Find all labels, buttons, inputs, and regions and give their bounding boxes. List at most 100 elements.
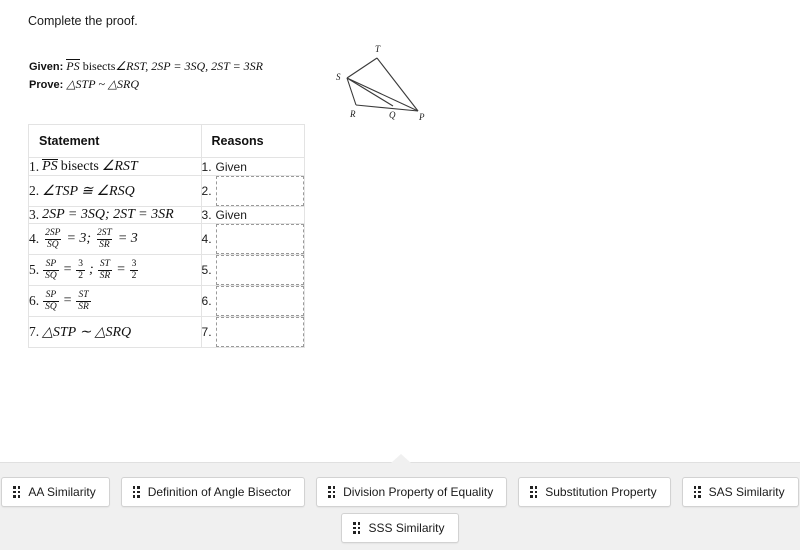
fraction-denominator: SQ xyxy=(45,239,61,251)
statement-cell: 1.PSbisects∠RST xyxy=(29,158,202,176)
table-row: 6.SPSQ=STSR6. xyxy=(29,286,305,317)
fraction-numerator: SP xyxy=(44,259,59,270)
fraction-denominator: 2 xyxy=(76,270,85,282)
fraction-denominator: SQ xyxy=(43,270,59,282)
reason-cell: 2. xyxy=(201,176,304,207)
statement-content: 1.PSbisects∠RST xyxy=(29,158,201,175)
statement-number: 4. xyxy=(29,231,39,247)
fraction-numerator: SP xyxy=(44,290,59,301)
reason-number: 7. xyxy=(202,325,212,339)
triangle-svg: T S R Q P xyxy=(330,38,450,128)
reason-number: 2. xyxy=(202,184,212,198)
label-Q: Q xyxy=(389,110,396,120)
reason-dropzone[interactable] xyxy=(216,317,304,347)
statement-content: 6.SPSQ=STSR xyxy=(29,290,201,312)
geometry-diagram: T S R Q P xyxy=(330,38,450,128)
reason-content: 7. xyxy=(202,317,304,347)
proof-exercise-page: Complete the proof. Given: PS bisects∠RS… xyxy=(0,0,800,550)
drag-handle-icon[interactable] xyxy=(530,486,537,498)
statement-cell: 5.SPSQ=32;STSR=32 xyxy=(29,255,202,286)
reason-cell: 3.Given xyxy=(201,207,304,224)
fraction-numerator: 2SP xyxy=(43,228,62,239)
given-angle-rst: ∠RST xyxy=(115,59,145,73)
segment-ST xyxy=(347,58,377,78)
segment-TP xyxy=(377,58,418,111)
table-header-row: Statement Reasons xyxy=(29,125,305,158)
fraction-denominator: SR xyxy=(76,301,91,313)
statement-text: △STP ∼ △SRQ xyxy=(42,324,131,341)
reason-dropzone[interactable] xyxy=(216,286,304,316)
statement-number: 3. xyxy=(29,207,39,223)
fraction-numerator: 3 xyxy=(76,259,85,270)
drag-handle-icon[interactable] xyxy=(328,486,335,498)
answer-tile[interactable]: SAS Similarity xyxy=(682,477,799,507)
tray-rows: AA Similarity Definition of Angle Bisecto… xyxy=(0,477,800,549)
reason-number: 5. xyxy=(202,263,212,277)
answer-tile[interactable]: Division Property of Equality xyxy=(316,477,507,507)
fraction: SPSQ xyxy=(43,259,59,281)
drag-handle-icon[interactable] xyxy=(133,486,140,498)
prove-statement: △STP ~ △SRQ xyxy=(66,77,139,91)
math-operator: = 3; xyxy=(66,231,91,247)
instruction-text: Complete the proof. xyxy=(28,14,138,28)
diagram-segments xyxy=(347,58,418,111)
fraction: STSR xyxy=(98,259,113,281)
segment-SP xyxy=(347,78,418,111)
given-verb: bisects xyxy=(83,59,116,73)
statement-text: 2SP = 3SQ; 2ST = 3SR xyxy=(42,207,174,223)
fraction: 32 xyxy=(76,259,85,281)
answer-tile[interactable]: SSS Similarity xyxy=(341,513,458,543)
math-operator: ; xyxy=(89,262,94,278)
segment-RP xyxy=(356,105,418,111)
table-body: 1.PSbisects∠RST1.Given2.∠TSP ≅ ∠RSQ2.3.2… xyxy=(29,158,305,348)
answer-tile-label: Definition of Angle Bisector xyxy=(148,485,291,499)
drag-handle-icon[interactable] xyxy=(353,522,360,534)
reason-cell: 7. xyxy=(201,317,304,348)
given-equations: , 2SP = 3SQ, 2ST = 3SR xyxy=(145,59,263,73)
label-S: S xyxy=(336,72,341,82)
fraction-numerator: 2ST xyxy=(95,228,114,239)
reason-content: 6. xyxy=(202,286,304,316)
answer-tile-label: Substitution Property xyxy=(545,485,656,499)
given-segment-ps: PS xyxy=(66,59,79,73)
table-row: 5.SPSQ=32;STSR=325. xyxy=(29,255,305,286)
tray-row: AA Similarity Definition of Angle Bisecto… xyxy=(0,477,800,507)
answer-tile[interactable]: AA Similarity xyxy=(1,477,109,507)
drag-handle-icon[interactable] xyxy=(13,486,20,498)
table-row: 4.2SPSQ= 3;2STSR= 34. xyxy=(29,224,305,255)
fraction: SPSQ xyxy=(43,290,59,312)
reason-dropzone[interactable] xyxy=(216,224,304,254)
fraction-numerator: ST xyxy=(98,259,112,270)
table-row: 1.PSbisects∠RST1.Given xyxy=(29,158,305,176)
given-prove-block: Given: PS bisects∠RST, 2SP = 3SQ, 2ST = … xyxy=(29,58,263,94)
tray-notch-icon xyxy=(391,454,411,463)
reason-dropzone[interactable] xyxy=(216,176,304,206)
reason-text: Given xyxy=(216,208,247,222)
reason-content: 3.Given xyxy=(202,208,304,222)
reason-text: Given xyxy=(216,160,247,174)
fraction-denominator: SR xyxy=(97,239,112,251)
reason-number: 6. xyxy=(202,294,212,308)
reason-content: 1.Given xyxy=(202,160,304,174)
math-operator: = xyxy=(116,262,125,278)
statement-cell: 7.△STP ∼ △SRQ xyxy=(29,317,202,348)
reason-dropzone[interactable] xyxy=(216,255,304,285)
statement-angle: ∠RST xyxy=(102,158,138,175)
statement-segment: PS xyxy=(42,159,58,175)
reason-cell: 5. xyxy=(201,255,304,286)
reason-cell: 4. xyxy=(201,224,304,255)
fraction: 2STSR xyxy=(95,228,114,250)
fraction-numerator: ST xyxy=(76,290,90,301)
answer-tile[interactable]: Definition of Angle Bisector xyxy=(121,477,305,507)
reason-number: 4. xyxy=(202,232,212,246)
table-row: 7.△STP ∼ △SRQ7. xyxy=(29,317,305,348)
answer-tile-label: SAS Similarity xyxy=(709,485,785,499)
statement-number: 7. xyxy=(29,324,39,340)
fraction: 32 xyxy=(130,259,139,281)
answer-tile[interactable]: Substitution Property xyxy=(518,477,670,507)
table-row: 3.2SP = 3SQ; 2ST = 3SR 3.Given xyxy=(29,207,305,224)
statement-cell: 2.∠TSP ≅ ∠RSQ xyxy=(29,176,202,207)
statement-number: 1. xyxy=(29,159,39,175)
statement-content: 5.SPSQ=32;STSR=32 xyxy=(29,259,201,281)
drag-handle-icon[interactable] xyxy=(694,486,701,498)
